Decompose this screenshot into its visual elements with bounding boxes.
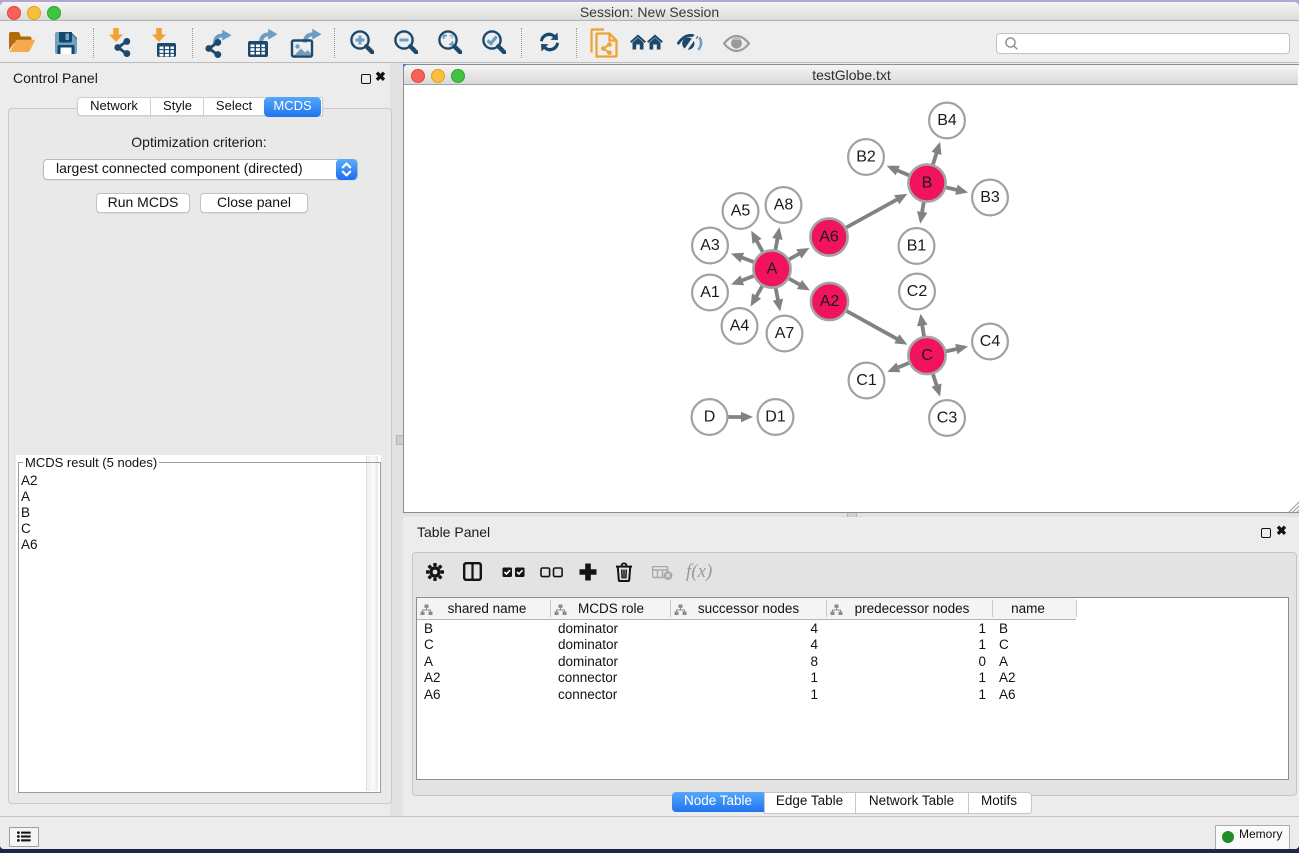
svg-text:D: D [704,409,716,426]
svg-text:A6: A6 [819,229,839,246]
svg-text:C4: C4 [980,333,1001,350]
svg-text:B1: B1 [907,238,927,255]
svg-text:A3: A3 [700,237,720,254]
svg-text:A5: A5 [731,203,751,220]
svg-text:B2: B2 [856,149,876,166]
svg-text:D1: D1 [765,409,786,426]
svg-text:A4: A4 [730,318,750,335]
svg-text:A: A [767,261,778,278]
svg-text:C3: C3 [937,410,958,427]
svg-text:B: B [922,175,933,192]
svg-text:A8: A8 [774,197,794,214]
svg-text:B3: B3 [980,189,1000,206]
svg-text:A2: A2 [820,293,840,310]
svg-text:C1: C1 [856,372,877,389]
svg-text:A1: A1 [700,284,720,301]
svg-text:B4: B4 [937,112,957,129]
svg-text:C: C [921,347,933,364]
svg-text:A7: A7 [775,325,795,342]
svg-text:C2: C2 [907,283,928,300]
